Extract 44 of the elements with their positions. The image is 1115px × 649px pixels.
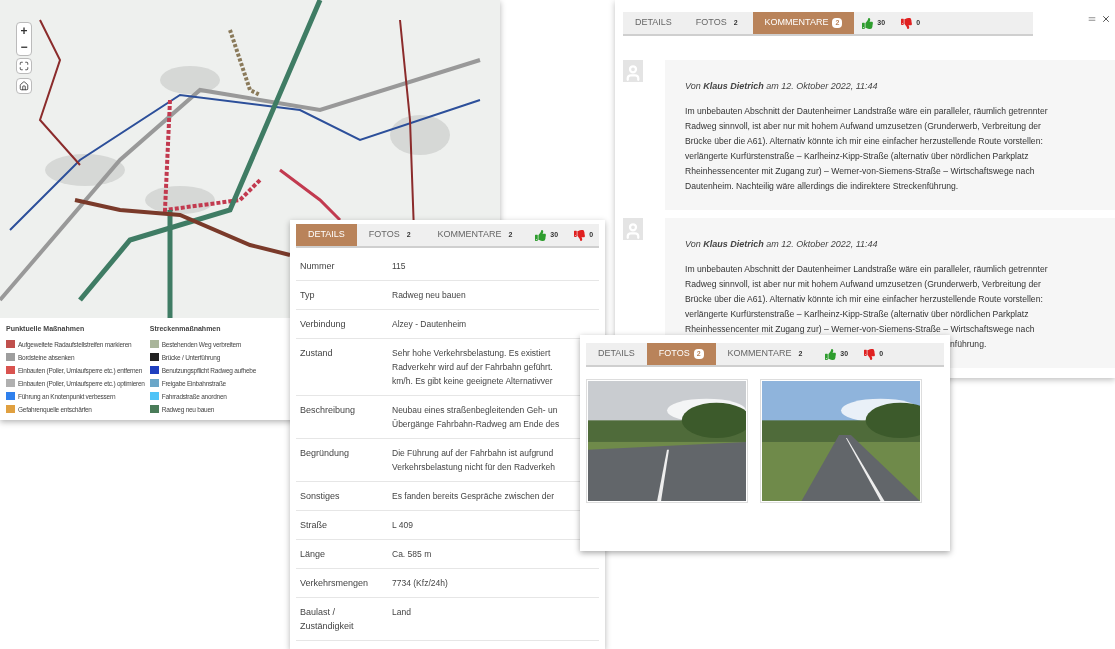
- zoom-button[interactable]: −: [17, 39, 31, 55]
- detail-label: Typ: [300, 289, 316, 302]
- tab[interactable]: DETAILS: [586, 343, 647, 365]
- comment-text: nführung.: [949, 337, 988, 351]
- home-icon: [19, 81, 29, 91]
- thumbs-up-icon: [535, 229, 547, 241]
- thumbs-down-icon: [901, 17, 913, 29]
- detail-label: Verkehrsmengen: [300, 577, 370, 590]
- fullscreen-button[interactable]: [16, 58, 32, 74]
- detail-label: Baulast / Zuständigkeit: [300, 606, 355, 633]
- comment-header: Von Klaus Dietrich am 12. Oktober 2022, 11:44: [685, 238, 879, 251]
- tab[interactable]: DETAILS: [623, 12, 684, 34]
- detail-label: Verbindung: [300, 318, 347, 331]
- detail-label: Begründung: [300, 447, 351, 460]
- detail-value: Alzey - Dautenheim: [392, 318, 468, 331]
- detail-label: Länge: [300, 548, 327, 561]
- detail-value: Es fanden bereits Gespräche zwischen der: [392, 490, 556, 503]
- comment-text: Im unbebauten Abschnitt der Dautenheimer Landstraße wäre ein paralleler, räumlich getrennter Radweg sinnvoll, ist aber nur mit hohem Aufwand umzusetzen (Grunderwerb, Verbreitung der Brücke über die A61). Alternativ könnte ich mir eine einfacher herzustellende Route vorstellen: verlängerte Kurfürstenstraße – Karlheinz-Kipp-Straße (alternativ über nördlichen Parkplatz Rheinhessencenter mit Zugang zur) – Werner-von-Siemens-Straße – Wirtschaftswege nach Dautenheim. Nachteilig wäre allerdings die indirektere Streckenführung.: [685, 104, 1049, 193]
- detail-label: Nummer: [300, 260, 336, 273]
- detail-value: 7734 (Kfz/24h): [392, 577, 449, 590]
- detail-value: Radweg neu bauen: [392, 289, 467, 302]
- detail-label: Sonstiges: [300, 490, 341, 503]
- thumbs-up-icon: [862, 17, 874, 29]
- thumbs-up-icon: [825, 348, 837, 360]
- thumbs-down-icon: [864, 348, 876, 360]
- detail-value: Die Führung auf der Fahrbahn ist aufgrund Verkehrsbelastung nicht für den Radverkeh: [392, 447, 556, 474]
- detail-label: Zustand: [300, 347, 334, 360]
- detail-value: Neubau eines straßenbegleitenden Geh- un Übergänge Fahrbahn-Radweg am Ende des: [392, 404, 561, 431]
- avatar-icon: [623, 60, 643, 82]
- detail-value: 115: [392, 260, 407, 273]
- thumbs-down-icon: [574, 229, 586, 241]
- close-icon[interactable]: [1101, 14, 1111, 24]
- detail-value: Sehr hohe Verkehrsbelastung. Es existiert Radverkehr wird auf der Fahrbahn geführt. km/h. Es gibt keine geeignete Alternativver: [392, 347, 554, 388]
- menu-icon[interactable]: [1087, 14, 1097, 24]
- detail-value: L 409: [392, 519, 414, 532]
- home-button[interactable]: [16, 78, 32, 94]
- comment-header: Von Klaus Dietrich am 12. Oktober 2022, 11:44: [685, 80, 879, 93]
- detail-value: Land: [392, 606, 412, 619]
- fullscreen-icon: [19, 61, 29, 71]
- detail-label: Straße: [300, 519, 328, 532]
- detail-label: Beschreibung: [300, 404, 357, 417]
- zoom-button[interactable]: +: [17, 23, 31, 39]
- avatar-icon: [623, 218, 643, 240]
- detail-value: Ca. 585 m: [392, 548, 433, 561]
